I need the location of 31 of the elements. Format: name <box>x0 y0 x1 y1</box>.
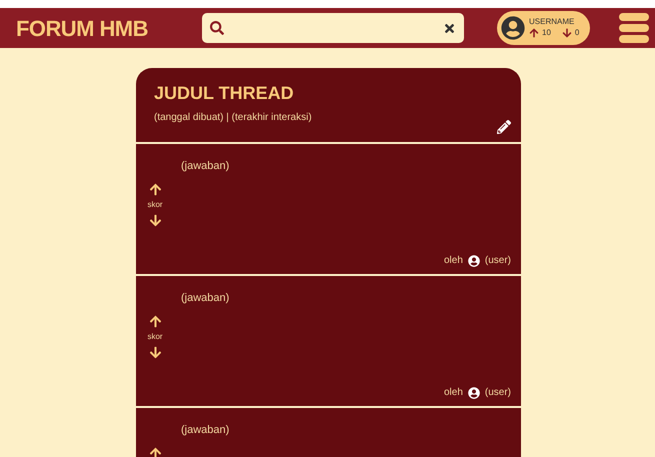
edit-icon[interactable] <box>497 120 511 134</box>
user-name[interactable]: (user) <box>484 253 511 268</box>
by-label: oleh <box>444 386 463 400</box>
downvote-icon <box>562 28 572 38</box>
search-field[interactable] <box>202 13 464 43</box>
score-label: skor <box>147 330 163 342</box>
score-label: skor <box>147 198 163 210</box>
upvote-count: 10 <box>542 29 551 37</box>
answer-text: (jawaban) <box>181 159 230 174</box>
clear-icon[interactable] <box>443 22 456 34</box>
user-badge[interactable]: USERNAME 10 0 <box>497 11 590 45</box>
user-name[interactable]: (user) <box>484 385 511 400</box>
user-avatar-icon <box>468 254 480 266</box>
thread-meta: (tanggal dibuat) | (terakhir interaksi) <box>154 111 313 125</box>
answer-text: (jawaban) <box>181 291 230 306</box>
downvote-count: 0 <box>574 29 580 37</box>
upvote-icon[interactable] <box>148 182 162 196</box>
menu-icon[interactable] <box>619 13 649 43</box>
logo[interactable]: FORUM HMB <box>16 12 202 44</box>
search-icon <box>210 21 224 35</box>
user-avatar-icon <box>468 386 480 398</box>
username: USERNAME <box>529 18 576 26</box>
answer-text: (jawaban) <box>181 423 230 438</box>
downvote-icon[interactable] <box>148 346 162 358</box>
thread-title: JUDUL THREAD <box>154 84 295 102</box>
upvote-icon[interactable] <box>148 446 162 457</box>
downvote-icon[interactable] <box>148 214 162 226</box>
upvote-icon <box>529 28 539 38</box>
avatar-icon <box>501 16 525 40</box>
upvote-icon[interactable] <box>148 314 162 328</box>
by-label: oleh <box>444 254 463 268</box>
